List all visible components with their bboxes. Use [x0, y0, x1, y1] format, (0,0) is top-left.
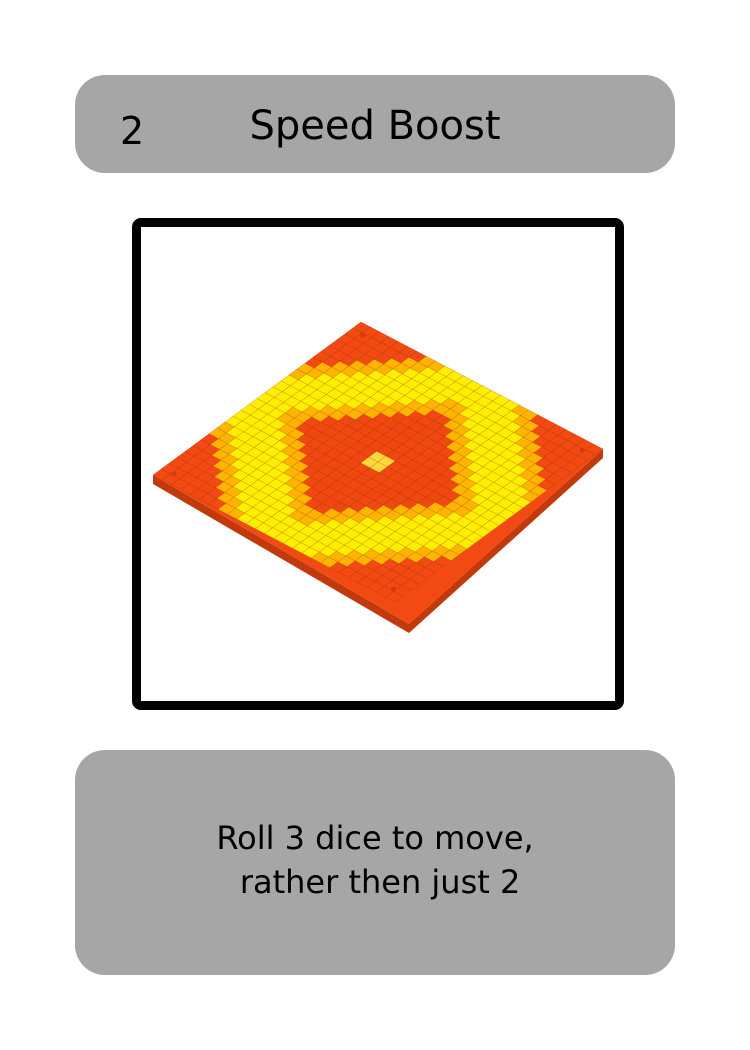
card-effect-text-line-1: Roll 3 dice to move, — [216, 819, 534, 857]
tile-corner-stud — [390, 586, 397, 592]
speed-boost-tile-icon — [152, 321, 604, 633]
tile-corner-stud — [359, 332, 366, 338]
card-title: Speed Boost — [249, 103, 501, 149]
tile-corner-stud — [579, 447, 585, 453]
card-cost: 2 — [120, 109, 145, 153]
card-artwork-frame — [132, 218, 624, 710]
card-effect-text-line-2: rather then just 2 — [229, 863, 521, 901]
tile-corner-stud — [171, 471, 177, 477]
